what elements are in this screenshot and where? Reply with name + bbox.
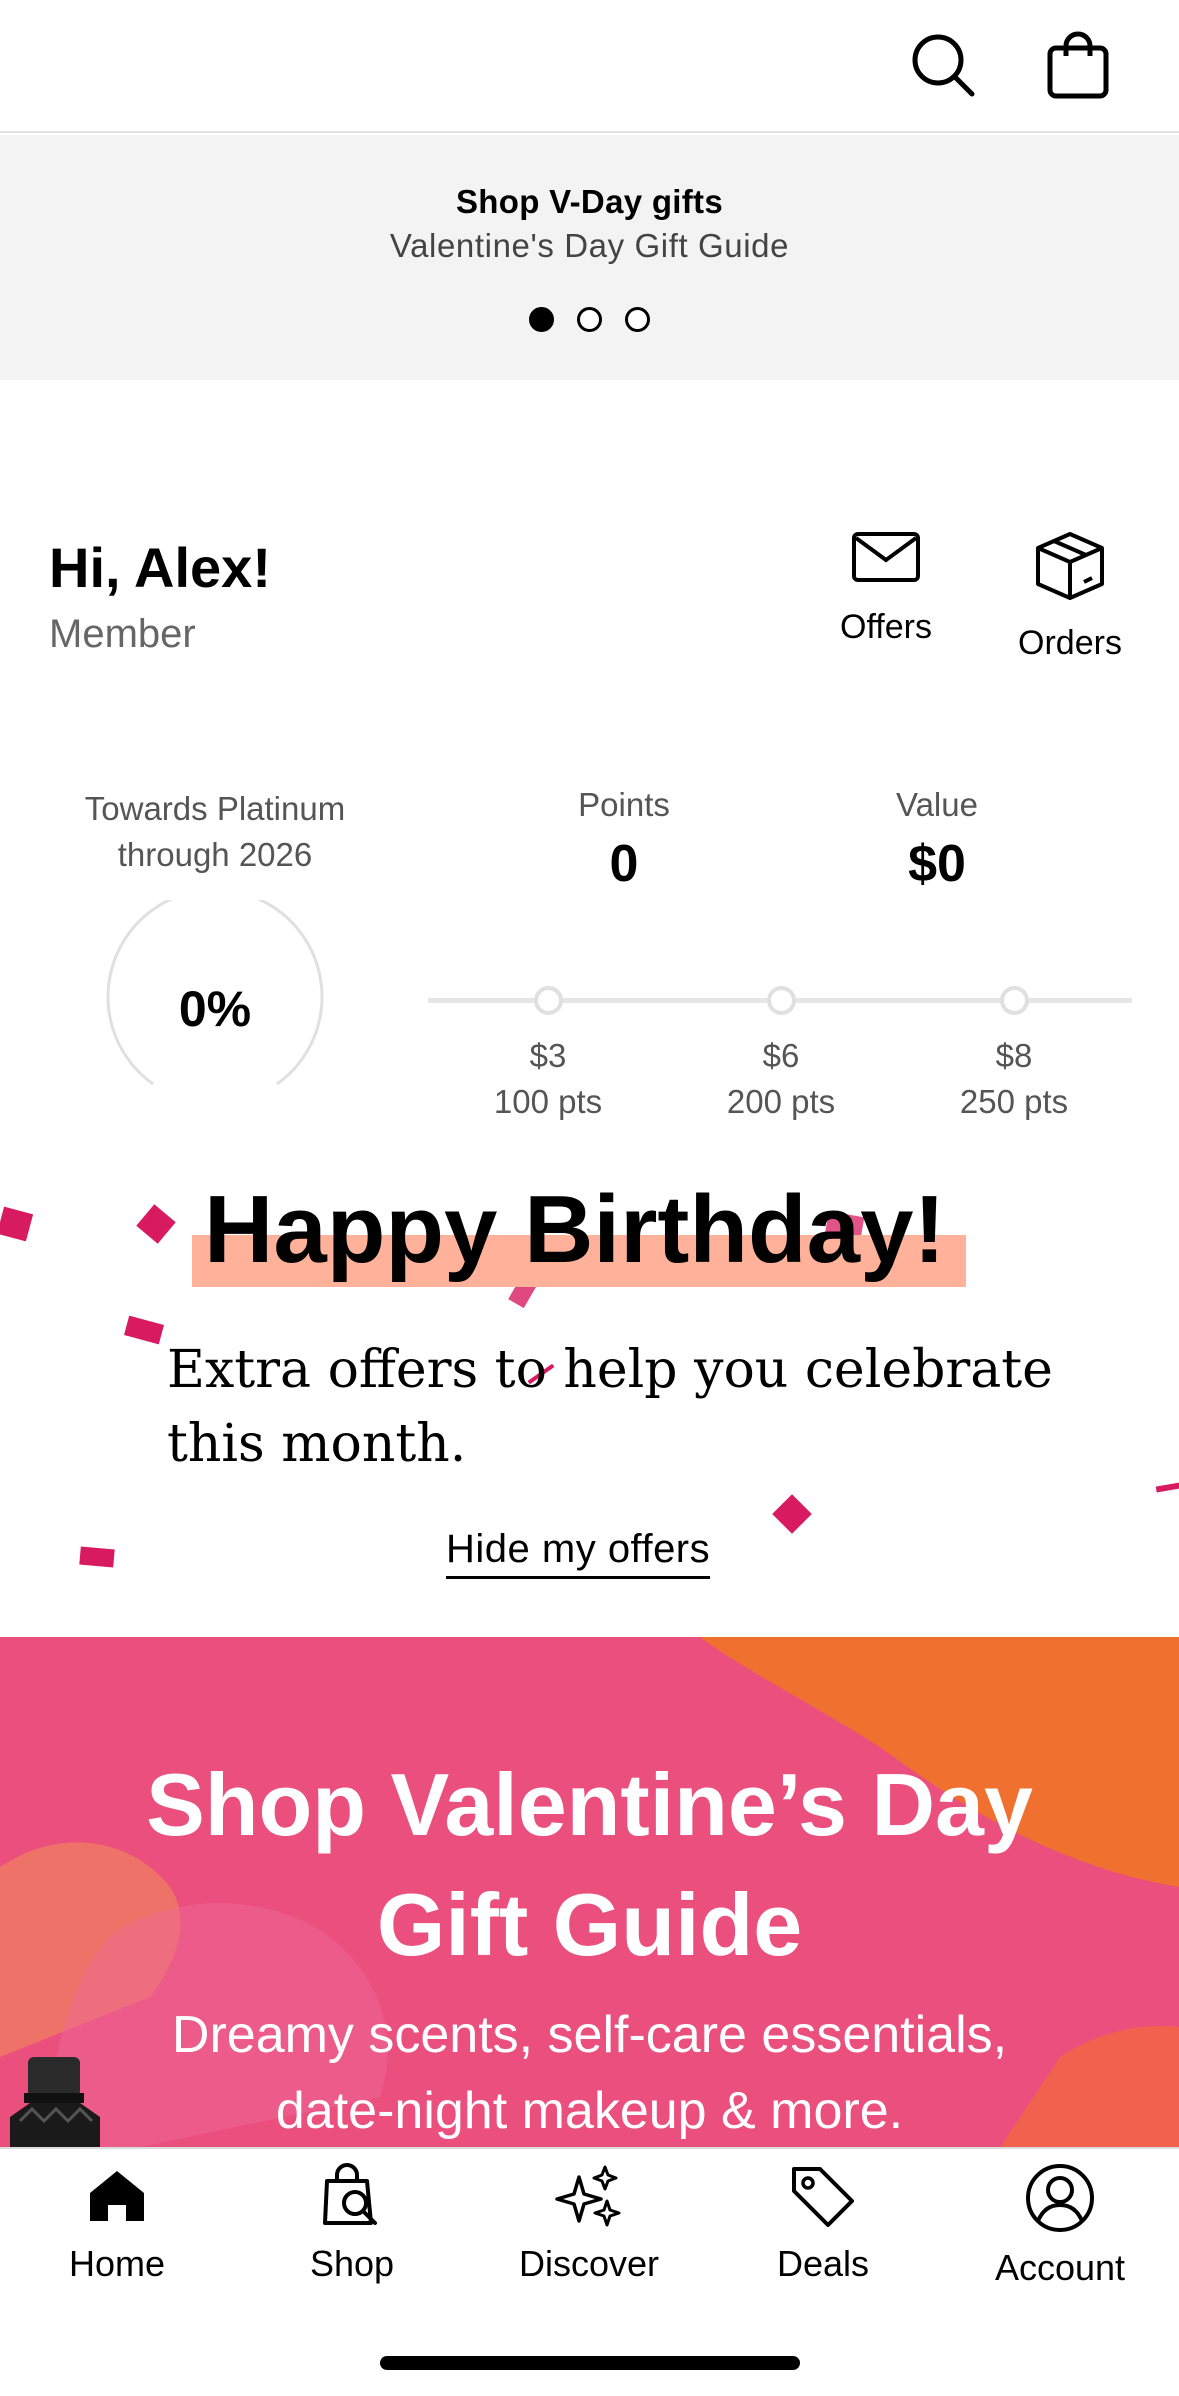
top-bar <box>0 0 1179 133</box>
carousel-dot-3[interactable] <box>625 307 650 332</box>
offers-button[interactable]: Offers <box>816 530 956 647</box>
milestone-2-amount: $6 <box>762 1037 800 1074</box>
birthday-title: Happy Birthday! <box>204 1176 946 1283</box>
shopping-bag-icon[interactable] <box>1040 28 1116 104</box>
points-stat: Points 0 <box>514 786 734 894</box>
tier-progress-label: Towards Platinum through 2026 <box>40 786 390 878</box>
shop-bag-search-icon <box>323 2163 377 2225</box>
banner-title-line-1: Shop Valentine’s Day <box>146 1755 1033 1854</box>
perfume-bottle-image <box>10 2057 100 2147</box>
sparkles-icon <box>555 2165 621 2227</box>
tab-home[interactable]: Home <box>17 2163 217 2285</box>
points-label: Points <box>578 786 670 823</box>
tab-discover[interactable]: Discover <box>489 2163 689 2285</box>
banner-subtitle-line-1: Dreamy scents, self-care essentials, <box>171 2006 1008 2064</box>
confetti-piece <box>0 1206 34 1242</box>
carousel-dots <box>0 307 1179 332</box>
member-tier: Member <box>49 612 196 656</box>
milestone-node-3 <box>1000 986 1029 1015</box>
milestone-3: $8 250 pts <box>934 1033 1094 1125</box>
tab-discover-label: Discover <box>518 2243 660 2284</box>
tab-shop-label: Shop <box>309 2243 395 2284</box>
tab-home-label: Home <box>68 2243 166 2284</box>
home-icon <box>90 2171 144 2221</box>
value-amount: $0 <box>908 835 966 893</box>
banner-subtitle: Dreamy scents, self-care essentials, dat… <box>0 1997 1179 2147</box>
carousel-dot-1[interactable] <box>529 307 554 332</box>
milestone-node-1 <box>534 986 563 1015</box>
orders-label: Orders <box>1018 624 1122 662</box>
milestone-node-2 <box>767 986 796 1015</box>
milestone-1-points: 100 pts <box>493 1083 603 1120</box>
value-stat: Value $0 <box>827 786 1047 894</box>
account-icon <box>1026 2164 1094 2232</box>
offers-label: Offers <box>840 608 932 646</box>
value-label: Value <box>896 786 978 823</box>
progress-ring: 0% <box>106 888 324 1118</box>
tag-icon <box>792 2167 854 2227</box>
progress-value: 0% <box>178 981 252 1037</box>
home-indicator[interactable] <box>380 2356 800 2370</box>
milestone-1-amount: $3 <box>529 1037 567 1074</box>
promo-subtitle: Valentine's Day Gift Guide <box>389 227 790 264</box>
tab-shop[interactable]: Shop <box>252 2163 452 2285</box>
box-icon <box>1036 532 1104 600</box>
tier-progress-line-2: through 2026 <box>117 836 313 873</box>
envelope-icon <box>852 532 920 582</box>
carousel-dot-2[interactable] <box>577 307 602 332</box>
tab-deals[interactable]: Deals <box>723 2163 923 2285</box>
tab-account-label: Account <box>994 2247 1126 2288</box>
confetti-piece <box>124 1315 164 1345</box>
banner-subtitle-line-2: date-night makeup & more. <box>275 2082 904 2140</box>
milestone-3-amount: $8 <box>995 1037 1033 1074</box>
banner-title-line-2: Gift Guide <box>376 1875 803 1974</box>
promo-carousel[interactable]: Shop V-Day gifts Valentine's Day Gift Gu… <box>0 135 1179 380</box>
confetti-piece <box>79 1546 115 1568</box>
hide-offers-link[interactable]: Hide my offers <box>446 1527 711 1579</box>
points-value: 0 <box>609 835 639 893</box>
milestone-3-points: 250 pts <box>959 1083 1069 1120</box>
orders-button[interactable]: Orders <box>1000 530 1140 663</box>
greeting: Hi, Alex! <box>49 536 271 599</box>
tab-account[interactable]: Account <box>960 2163 1160 2289</box>
birthday-text: Extra offers to help you celebrate this … <box>167 1340 1053 1474</box>
confetti-piece <box>772 1494 812 1534</box>
confetti-piece <box>136 1204 176 1244</box>
milestone-2: $6 200 pts <box>701 1033 861 1125</box>
milestone-1: $3 100 pts <box>468 1033 628 1125</box>
search-icon[interactable] <box>906 28 982 104</box>
valentine-banner[interactable]: Shop Valentine’s Day Gift Guide Dreamy s… <box>0 1637 1179 2147</box>
confetti-piece <box>1155 1481 1179 1493</box>
tier-progress-line-1: Towards Platinum <box>84 790 346 827</box>
tab-deals-label: Deals <box>776 2243 870 2284</box>
milestone-2-points: 200 pts <box>726 1083 836 1120</box>
promo-title: Shop V-Day gifts <box>456 183 723 220</box>
banner-title: Shop Valentine’s Day Gift Guide <box>0 1745 1179 1985</box>
birthday-heading: Happy Birthday! <box>192 1175 966 1287</box>
